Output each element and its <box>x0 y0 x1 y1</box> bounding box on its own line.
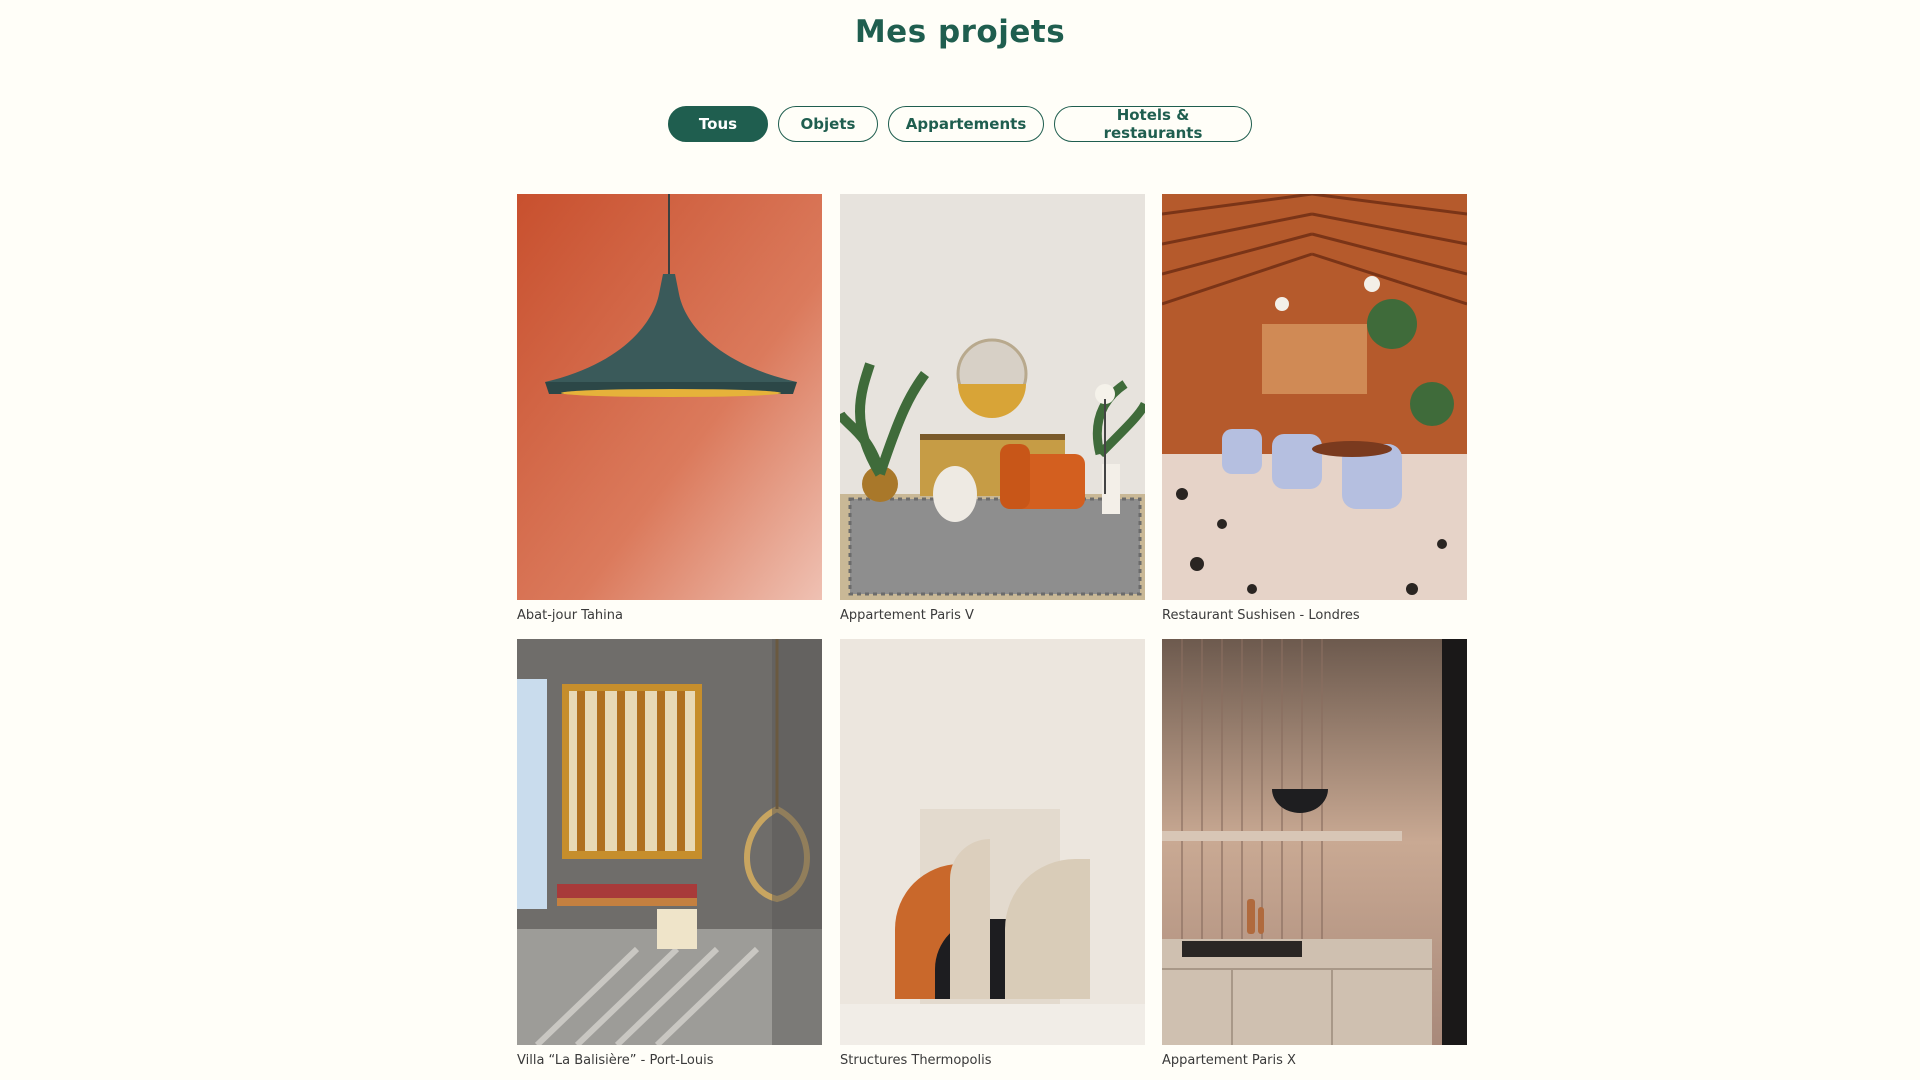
project-card[interactable]: Restaurant Sushisen - Londres <box>1162 194 1467 623</box>
project-image-structures-thermopolis[interactable] <box>840 639 1145 1045</box>
project-card[interactable]: Abat-jour Tahina <box>517 194 822 623</box>
project-image-appartement-paris-v[interactable] <box>840 194 1145 600</box>
project-caption: Villa “La Balisière” - Port-Louis <box>517 1053 714 1068</box>
project-caption: Structures Thermopolis <box>840 1053 992 1068</box>
project-image-villa-la-balisiere[interactable] <box>517 639 822 1045</box>
project-image-restaurant-sushisen[interactable] <box>1162 194 1467 600</box>
project-image-abat-jour[interactable] <box>517 194 822 600</box>
project-card[interactable]: Appartement Paris X <box>1162 639 1467 1068</box>
filter-hotels-restaurants-button[interactable]: Hotels & restaurants <box>1054 106 1252 142</box>
project-card[interactable]: Villa “La Balisière” - Port-Louis <box>517 639 822 1068</box>
filter-objets-button[interactable]: Objets <box>778 106 878 142</box>
project-caption: Abat-jour Tahina <box>517 608 623 623</box>
project-image-appartement-paris-x[interactable] <box>1162 639 1467 1045</box>
filter-appartements-button[interactable]: Appartements <box>888 106 1044 142</box>
filter-tous-button[interactable]: Tous <box>668 106 768 142</box>
project-card[interactable]: Structures Thermopolis <box>840 639 1145 1068</box>
filter-bar: Tous Objets Appartements Hotels & restau… <box>0 106 1920 142</box>
page-title: Mes projets <box>854 14 1066 50</box>
project-card[interactable]: Appartement Paris V <box>840 194 1145 623</box>
project-caption: Appartement Paris V <box>840 608 974 623</box>
project-caption: Restaurant Sushisen - Londres <box>1162 608 1360 623</box>
project-caption: Appartement Paris X <box>1162 1053 1296 1068</box>
